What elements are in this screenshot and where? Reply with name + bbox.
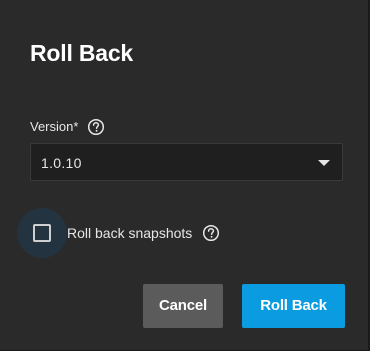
version-select-value: 1.0.10 (41, 155, 82, 171)
help-icon[interactable] (202, 224, 220, 242)
roll-back-snapshots-row: Roll back snapshots (17, 208, 220, 258)
roll-back-dialog: Roll Back Version* 1.0.10 Roll back snap… (0, 0, 369, 351)
required-marker: * (73, 119, 79, 134)
version-select[interactable]: 1.0.10 (30, 143, 343, 181)
dialog-title: Roll Back (30, 40, 134, 66)
cancel-button[interactable]: Cancel (143, 284, 223, 328)
roll-back-snapshots-label[interactable]: Roll back snapshots (67, 223, 192, 243)
version-label: Version* (30, 119, 79, 134)
roll-back-snapshots-checkbox[interactable] (17, 208, 67, 258)
help-icon[interactable] (87, 118, 105, 136)
screen: Roll Back Version* 1.0.10 Roll back snap… (0, 0, 370, 351)
roll-back-button[interactable]: Roll Back (242, 284, 345, 328)
chevron-down-icon (318, 160, 330, 166)
checkbox-box (33, 224, 51, 242)
version-label-row: Version* (30, 117, 105, 137)
